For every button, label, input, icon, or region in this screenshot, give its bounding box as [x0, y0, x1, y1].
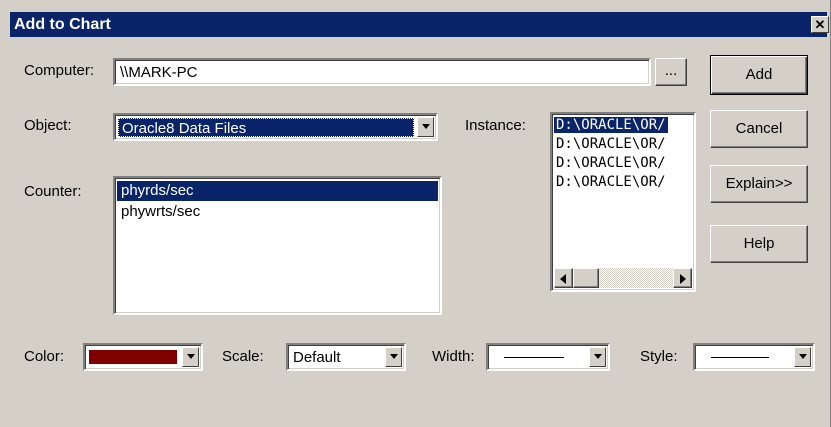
width-dropdown[interactable] [486, 343, 610, 371]
explain-button-label: Explain>> [725, 175, 793, 192]
help-button-label: Help [743, 235, 775, 252]
width-label: Width: [432, 348, 475, 365]
computer-field[interactable]: \\MARK-PC [113, 58, 651, 86]
object-label: Object: [24, 117, 72, 134]
counter-item[interactable]: phyrds/sec [117, 181, 438, 201]
instance-item[interactable]: D:\ORACLE\OR/ [554, 117, 668, 133]
counter-list[interactable]: phyrds/sec phywrts/sec [113, 176, 442, 315]
computer-label: Computer: [24, 62, 95, 79]
chevron-down-icon[interactable] [385, 347, 402, 367]
color-dropdown[interactable] [83, 343, 203, 371]
scroll-right-icon[interactable] [673, 268, 692, 288]
counter-label: Counter: [24, 183, 82, 200]
instance-label: Instance: [465, 117, 526, 134]
add-button[interactable]: Add [710, 55, 808, 95]
scroll-thumb[interactable] [573, 268, 599, 288]
width-line-sample [504, 357, 564, 358]
scale-selected-value: Default [293, 349, 341, 366]
scale-label: Scale: [222, 348, 264, 365]
color-swatch [89, 350, 177, 364]
scale-dropdown[interactable]: Default [286, 343, 406, 371]
title-bar[interactable]: Add to Chart ✕ [10, 12, 829, 37]
instance-horizontal-scrollbar[interactable] [554, 268, 692, 288]
chevron-down-icon[interactable] [417, 117, 434, 137]
chevron-down-icon[interactable] [589, 347, 606, 367]
chevron-down-icon[interactable] [794, 347, 811, 367]
counter-item[interactable]: phywrts/sec [121, 203, 200, 220]
style-label: Style: [640, 348, 678, 365]
explain-button[interactable]: Explain>> [710, 165, 808, 203]
add-button-label: Add [745, 66, 773, 83]
color-label: Color: [24, 348, 65, 365]
object-selected-value: Oracle8 Data Files [118, 118, 414, 137]
style-dropdown[interactable] [693, 343, 815, 371]
instance-item[interactable]: D:\ORACLE\OR/ [556, 155, 666, 171]
cancel-button[interactable]: Cancel [710, 110, 808, 148]
computer-value: \\MARK-PC [120, 64, 198, 81]
scroll-left-icon[interactable] [554, 268, 573, 288]
instance-list[interactable]: D:\ORACLE\OR/ D:\ORACLE\OR/ D:\ORACLE\OR… [550, 112, 696, 292]
style-line-sample [711, 357, 769, 358]
object-dropdown[interactable]: Oracle8 Data Files [113, 113, 438, 141]
cancel-button-label: Cancel [735, 120, 783, 137]
browse-computer-button[interactable]: ... [655, 58, 687, 86]
add-to-chart-dialog: Add to Chart ✕ Computer: \\MARK-PC ... O… [0, 0, 831, 427]
dialog-title: Add to Chart [14, 16, 111, 33]
instance-item[interactable]: D:\ORACLE\OR/ [556, 174, 666, 190]
browse-label: ... [664, 62, 678, 79]
instance-item[interactable]: D:\ORACLE\OR/ [556, 136, 666, 152]
close-icon[interactable]: ✕ [811, 16, 829, 33]
chevron-down-icon[interactable] [182, 347, 199, 367]
help-button[interactable]: Help [710, 225, 808, 263]
